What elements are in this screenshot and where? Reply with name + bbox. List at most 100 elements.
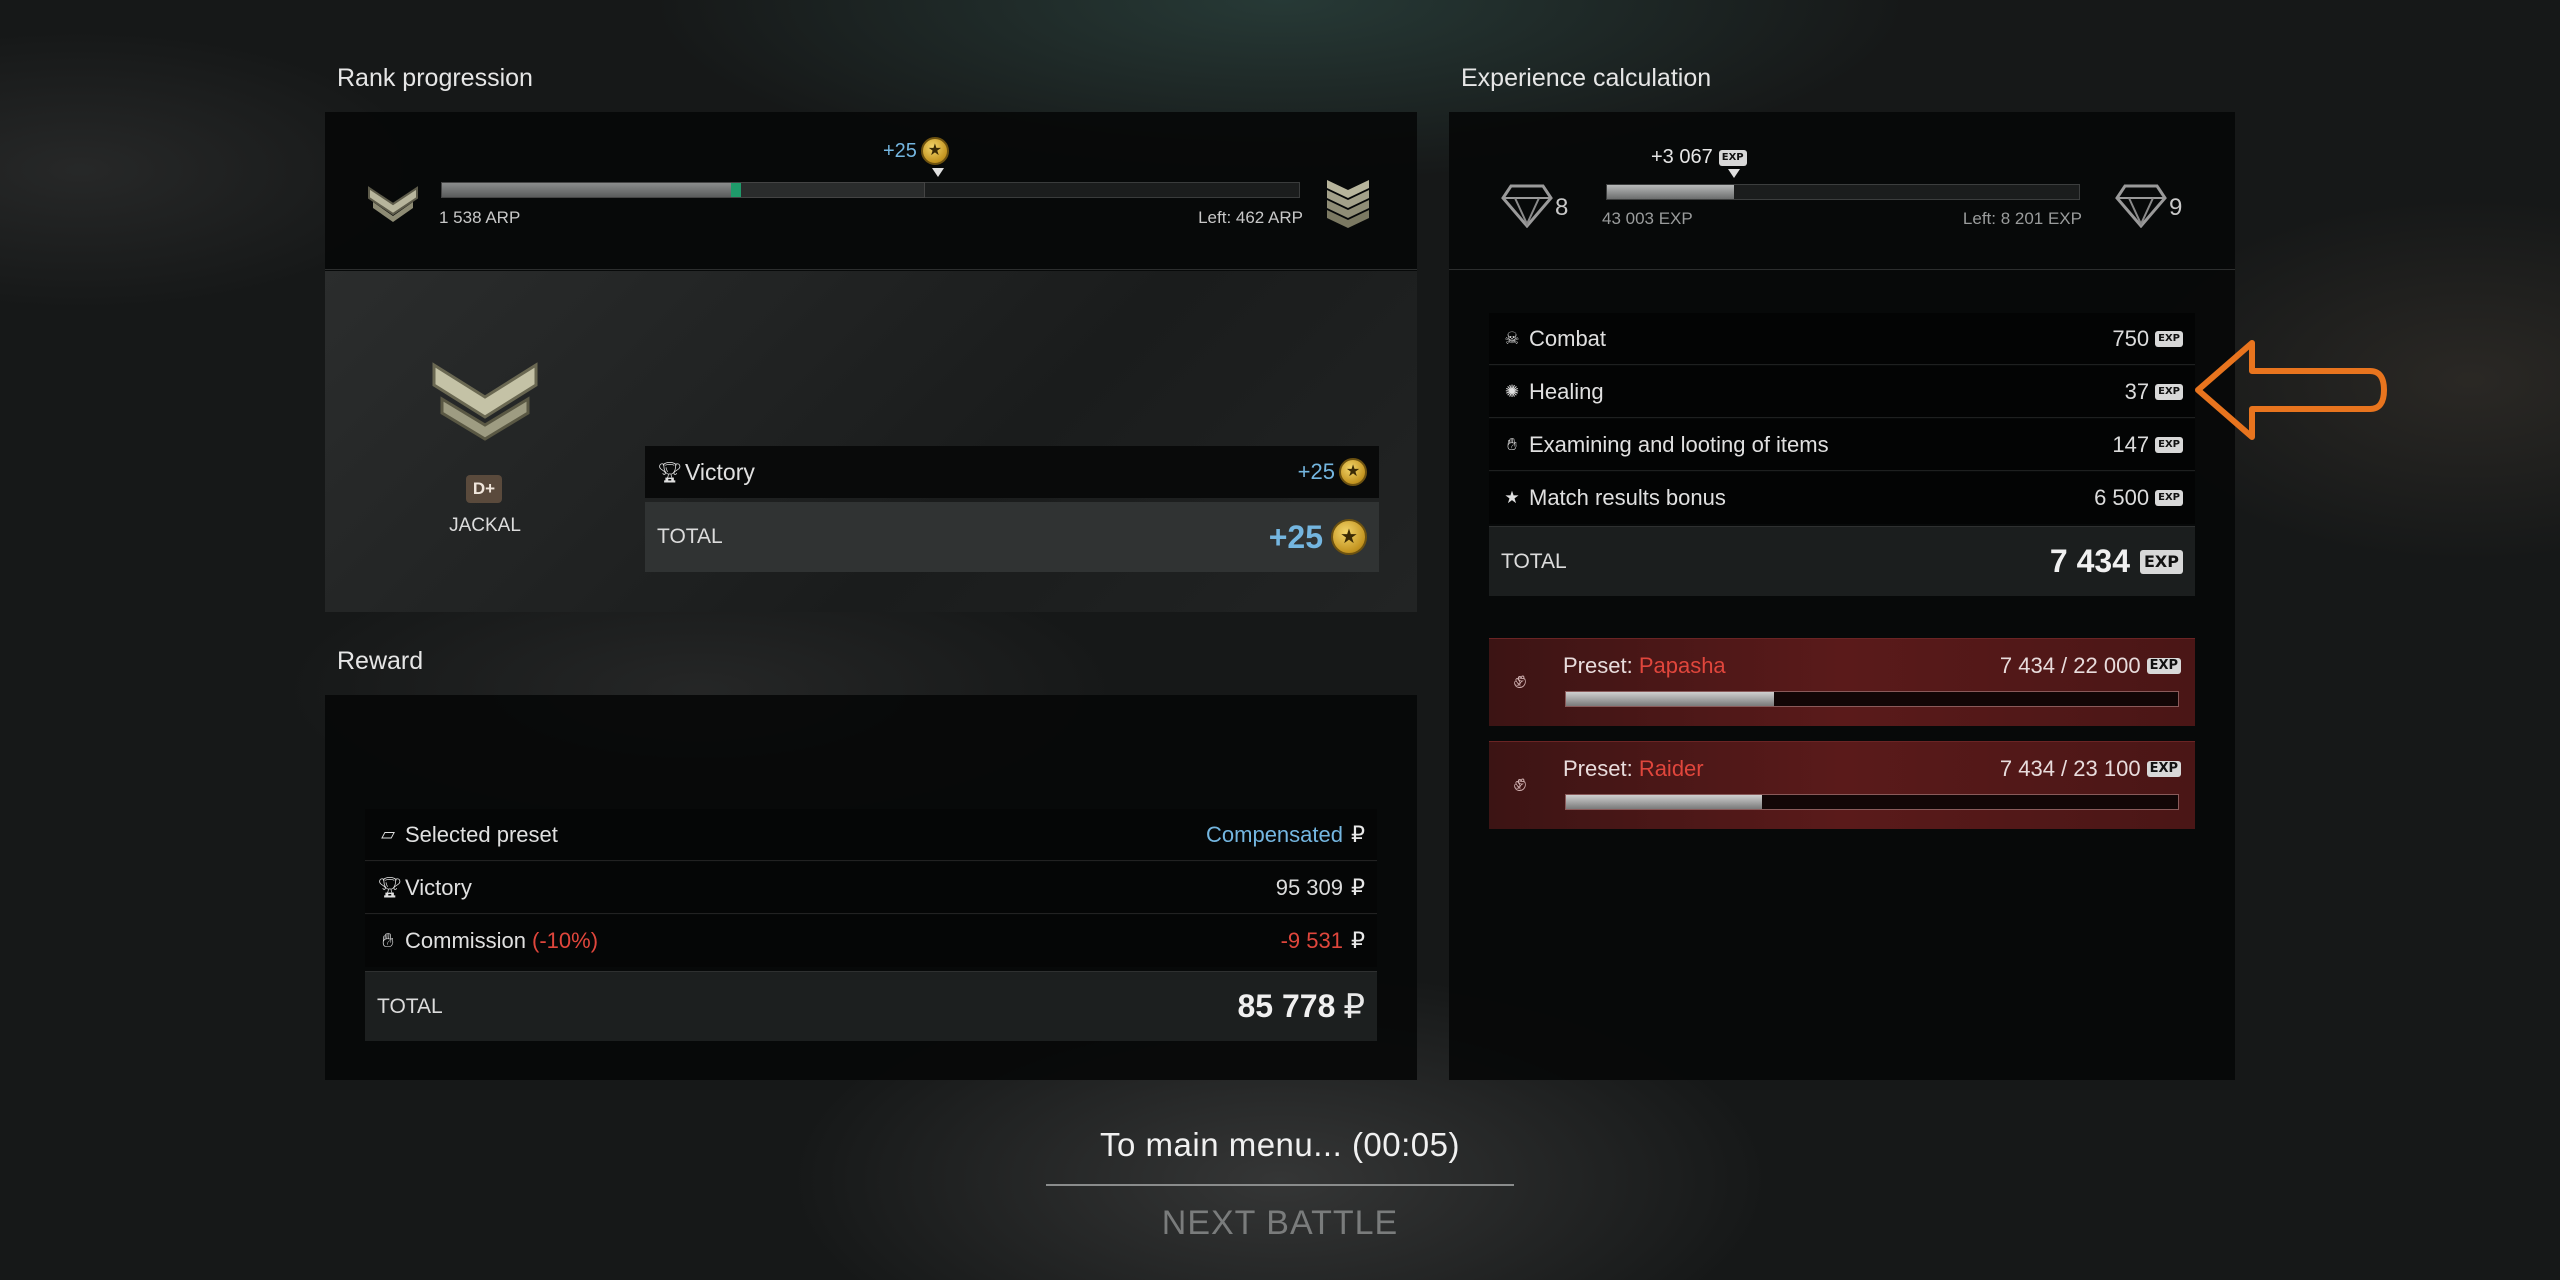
exp-row-label: Combat bbox=[1529, 325, 1607, 351]
experience-gain-value: +3 067 bbox=[1651, 146, 1713, 168]
preset-label: Preset: Raider bbox=[1563, 756, 1704, 782]
rank-insignia-icon bbox=[432, 362, 538, 441]
reward-total-value: 85 778 bbox=[1237, 988, 1336, 1024]
rank-progress-strip: +25 ★ 1 538 ARP Left: 462 ARP bbox=[325, 112, 1417, 270]
exp-icon: EXP bbox=[2146, 658, 2181, 674]
rank-progression-title: Rank progression bbox=[337, 64, 533, 92]
annotation-arrow-icon bbox=[2195, 340, 2387, 440]
level-current: 8 bbox=[1555, 194, 1569, 221]
exp-row-value: 750 bbox=[2112, 325, 2150, 351]
reward-total-label: TOTAL bbox=[377, 994, 443, 1018]
rank-points-left: Left: 462 ARP bbox=[1198, 208, 1303, 227]
star-icon: ★ bbox=[1504, 488, 1520, 507]
experience-progress-strip: 8 +3 067 EXP 43 003 EXP Left: 8 201 EXP … bbox=[1449, 112, 2235, 270]
preset-progress-fill bbox=[1566, 795, 1762, 809]
looting-icon: ✋︎ bbox=[1507, 434, 1517, 454]
rouble-icon: ₽ bbox=[1351, 821, 1365, 847]
healing-icon: ✺ bbox=[1504, 381, 1520, 401]
experience-current: 43 003 EXP bbox=[1602, 209, 1693, 228]
next-battle-button[interactable]: NEXT BATTLE bbox=[1046, 1204, 1514, 1243]
arp-coin-icon: ★ bbox=[920, 137, 949, 165]
rank-current-points: 1 538 ARP bbox=[439, 208, 521, 227]
exp-icon: EXP bbox=[2140, 549, 2183, 574]
rank-row-value: +25 bbox=[1297, 459, 1335, 484]
rank-total-label: TOTAL bbox=[657, 525, 723, 548]
rouble-icon: ₽ bbox=[1351, 928, 1365, 953]
preset-edit-icon: ▱ bbox=[381, 824, 395, 844]
preset-label: Preset: Papasha bbox=[1563, 653, 1726, 679]
trophy-icon: 🏆︎ bbox=[657, 461, 683, 484]
rank-total-row: TOTAL +25 ★ bbox=[645, 502, 1379, 572]
combat-icon: ☠︎ bbox=[1504, 328, 1520, 348]
exp-total-label: TOTAL bbox=[1501, 549, 1567, 573]
reward-title: Reward bbox=[337, 647, 424, 675]
preset-card-papasha[interactable]: ✊︎ Preset: Papasha 7 434 / 22 000 EXP bbox=[1489, 638, 2195, 726]
preset-card-raider[interactable]: ✊︎ Preset: Raider 7 434 / 23 100 EXP bbox=[1489, 741, 2195, 829]
exp-row-value: 147 bbox=[2112, 431, 2150, 457]
main-menu-countdown[interactable]: To main menu... (00:05) bbox=[1046, 1126, 1514, 1164]
reward-row-label: Victory bbox=[405, 874, 472, 900]
footer-divider bbox=[1046, 1184, 1514, 1186]
exp-row-value: 6 500 bbox=[2094, 485, 2150, 510]
reward-row-label: Commission bbox=[405, 928, 527, 953]
level-next-icon bbox=[2115, 184, 2167, 228]
exp-icon: EXP bbox=[1718, 149, 1747, 166]
preset-hand-icon: ✊︎ bbox=[1513, 770, 1527, 797]
reward-row-commission: ✋︎ Commission (-10%) -9 531 ₽ bbox=[365, 915, 1377, 967]
level-current-icon bbox=[1501, 184, 1553, 228]
exp-row-label: Match results bonus bbox=[1529, 485, 1726, 510]
rank-grade-badge: D+ bbox=[466, 475, 502, 503]
preset-value: 7 434 / 23 100 bbox=[1999, 756, 2141, 781]
preset-hand-icon: ✊︎ bbox=[1513, 667, 1527, 694]
arp-coin-icon: ★ bbox=[1331, 519, 1367, 555]
reward-total-row: TOTAL 85 778 ₽ bbox=[365, 971, 1377, 1041]
experience-left: Left: 8 201 EXP bbox=[1962, 209, 2082, 228]
exp-icon: EXP bbox=[2155, 490, 2183, 506]
rank-gain-marker-icon bbox=[932, 168, 944, 177]
exp-total-row: TOTAL 7 434 EXP bbox=[1489, 526, 2195, 596]
rank-total-value: +25 bbox=[1268, 518, 1323, 555]
exp-row-value: 37 bbox=[2124, 378, 2150, 404]
experience-gain-label: +3 067 EXP bbox=[1651, 146, 1747, 169]
level-next: 9 bbox=[2169, 194, 2183, 221]
preset-prefix: Preset: bbox=[1563, 756, 1639, 781]
rank-gain-label: +25 ★ bbox=[883, 137, 949, 165]
rank-progress-bar-remaining bbox=[925, 182, 1300, 198]
rouble-icon: ₽ bbox=[1343, 987, 1365, 1026]
experience-gain-marker-icon bbox=[1728, 169, 1740, 178]
exp-row-label: Healing bbox=[1529, 378, 1604, 404]
preset-progress-fill bbox=[1566, 692, 1775, 706]
exp-row-combat: ☠︎ Combat 750 EXP bbox=[1489, 313, 2195, 365]
rank-progress-bar bbox=[441, 182, 925, 198]
rank-row-victory: 🏆︎ Victory +25 ★ bbox=[645, 446, 1379, 498]
rank-detail-area: D+ JACKAL 🏆︎ Victory +25 ★ TOTAL +25 ★ bbox=[325, 271, 1417, 612]
rank-progression-panel: +25 ★ 1 538 ARP Left: 462 ARP D+ JACKAL … bbox=[325, 112, 1417, 612]
exp-total-value: 7 434 bbox=[2049, 543, 2130, 579]
exp-icon: EXP bbox=[2146, 761, 2181, 777]
exp-icon: EXP bbox=[2155, 436, 2183, 453]
reward-row-value: Compensated bbox=[1206, 821, 1343, 847]
rank-gain-value: +25 bbox=[883, 139, 917, 162]
preset-progress-bar bbox=[1565, 794, 2179, 810]
rouble-icon: ₽ bbox=[1351, 874, 1365, 900]
reward-panel: ▱ Selected preset Compensated ₽ 🏆︎ Victo… bbox=[325, 695, 1417, 1080]
experience-panel: 8 +3 067 EXP 43 003 EXP Left: 8 201 EXP … bbox=[1449, 112, 2235, 1080]
rank-row-label: Victory bbox=[685, 458, 755, 485]
experience-progress-bar bbox=[1606, 184, 2080, 200]
reward-row-victory: 🏆︎ Victory 95 309 ₽ bbox=[365, 862, 1377, 914]
exp-row-label: Examining and looting of items bbox=[1529, 431, 1829, 457]
preset-progress-bar bbox=[1565, 691, 2179, 707]
rank-progress-fill bbox=[442, 183, 732, 197]
exp-row-match-bonus: ★ Match results bonus 6 500 EXP bbox=[1489, 472, 2195, 524]
reward-row-selected-preset: ▱ Selected preset Compensated ₽ bbox=[365, 809, 1377, 861]
exp-icon: EXP bbox=[2155, 330, 2183, 347]
current-rank-chevron-icon bbox=[368, 186, 418, 222]
trophy-icon: 🏆︎ bbox=[377, 877, 403, 899]
experience-progress-fill bbox=[1607, 185, 1735, 199]
preset-progress-value: 7 434 / 23 100 EXP bbox=[2000, 756, 2181, 782]
preset-name: Raider bbox=[1638, 756, 1704, 781]
hand-icon: ✋︎ bbox=[382, 929, 394, 952]
rank-progress-gain bbox=[731, 183, 741, 197]
exp-icon: EXP bbox=[2155, 383, 2183, 400]
preset-prefix: Preset: bbox=[1563, 653, 1639, 678]
